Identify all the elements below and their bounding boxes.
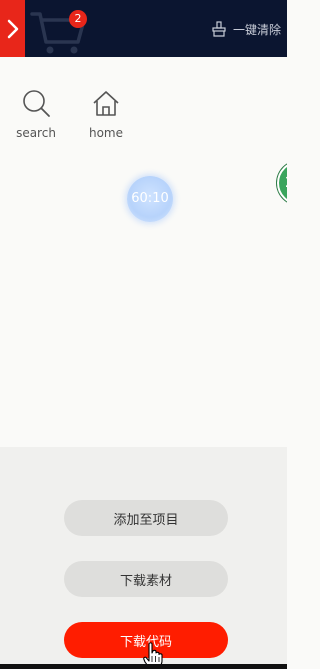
broom-icon [212, 21, 226, 37]
action-panel: 添加至项目 下载素材 下载代码 [0, 447, 287, 664]
search-tile[interactable]: search [8, 88, 64, 144]
timer-bubble[interactable]: 60:10 [127, 176, 173, 222]
home-icon [93, 91, 119, 116]
add-to-project-button[interactable]: 添加至项目 [64, 500, 228, 536]
collapse-button[interactable] [0, 0, 25, 57]
bottom-edge [0, 664, 287, 669]
search-icon [23, 90, 50, 117]
home-tile[interactable]: home [78, 88, 134, 144]
cart-count-badge: 2 [69, 10, 87, 28]
search-label: search [16, 126, 56, 140]
home-label: home [88, 126, 124, 140]
app-root: 2 一键清除 search home 60:10 2 添加至项目 [0, 0, 287, 669]
download-assets-button[interactable]: 下载素材 [64, 561, 228, 597]
chevron-right-icon [7, 19, 18, 38]
clear-all-label: 一键清除 [232, 22, 281, 37]
clear-all-button[interactable]: 一键清除 [211, 19, 281, 39]
side-widget[interactable]: 2 [277, 161, 287, 205]
top-bar: 2 一键清除 [0, 0, 287, 57]
